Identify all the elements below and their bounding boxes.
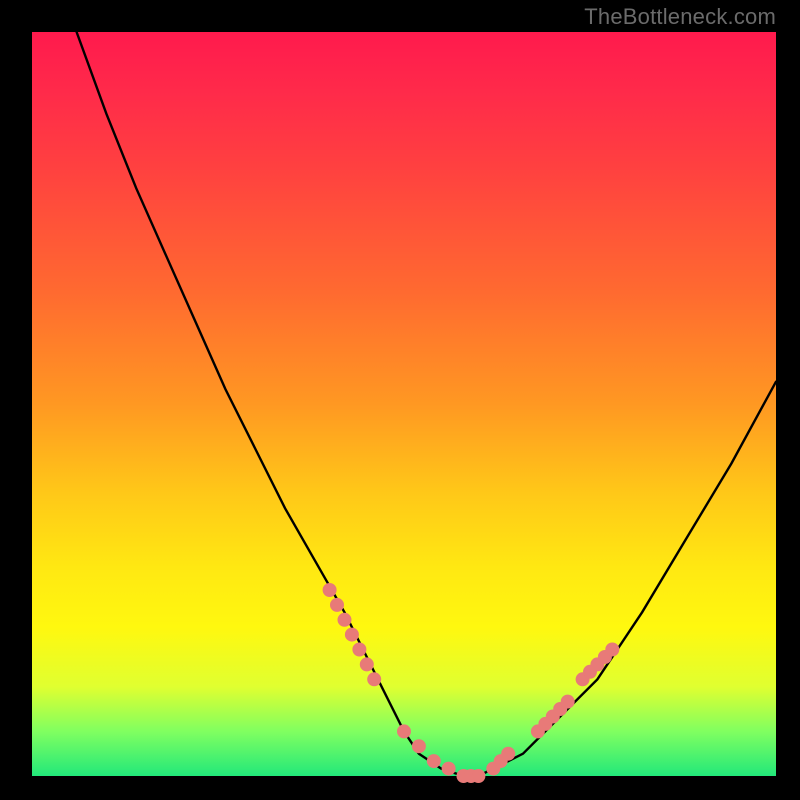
highlight-dot (442, 762, 455, 775)
highlight-dot (561, 695, 574, 708)
highlight-dot (368, 673, 381, 686)
highlight-dot (472, 770, 485, 783)
plot-area (32, 32, 776, 776)
highlight-dot (323, 584, 336, 597)
highlight-dot (353, 643, 366, 656)
highlight-dots-group (323, 584, 619, 783)
highlight-dot (360, 658, 373, 671)
highlight-dot (345, 628, 358, 641)
highlight-dot (412, 740, 425, 753)
highlight-dot (606, 643, 619, 656)
highlight-dot (502, 747, 515, 760)
chart-svg (32, 32, 776, 776)
bottleneck-curve (77, 32, 776, 776)
highlight-dot (398, 725, 411, 738)
watermark-text: TheBottleneck.com (584, 4, 776, 30)
highlight-dot (338, 613, 351, 626)
outer-black-frame: TheBottleneck.com (0, 0, 800, 800)
highlight-dot (331, 598, 344, 611)
highlight-dot (427, 755, 440, 768)
